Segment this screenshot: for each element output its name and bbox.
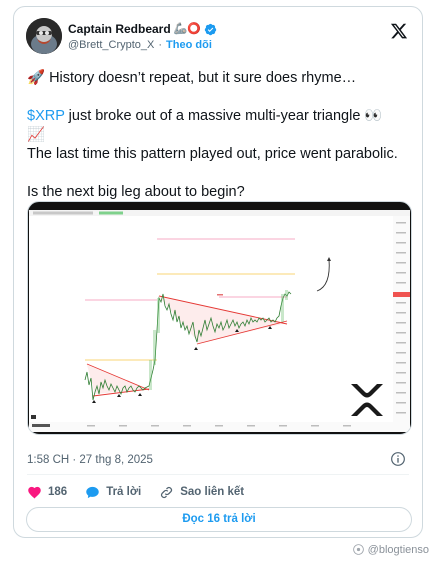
link-icon xyxy=(161,486,173,498)
copy-link-button[interactable]: Sao liên kết xyxy=(159,485,244,500)
tweet-line-1: 🚀 History doesn’t repeat, but it sure do… xyxy=(27,70,357,86)
handle[interactable]: @Brett_Crypto_X xyxy=(68,39,154,51)
tweet-line-2-text: just broke out of a massive multi-year t… xyxy=(64,108,383,124)
tweet-line-2: $XRP just broke out of a massive multi-y… xyxy=(27,107,419,126)
reply-bubble-icon xyxy=(86,486,99,498)
tweet-line-4: The last time this pattern played out, p… xyxy=(27,146,398,162)
like-button[interactable]: 186 xyxy=(27,485,67,500)
tweet-text: 🚀 History doesn’t repeat, but it sure do… xyxy=(27,69,419,202)
watermark-text: @blogtienso xyxy=(367,543,429,556)
like-count: 186 xyxy=(48,486,68,498)
tweet-line-3: 📈 xyxy=(27,127,46,143)
reply-button[interactable]: Trả lời xyxy=(85,485,141,500)
reply-label: Trả lời xyxy=(106,486,142,498)
copy-link-label: Sao liên kết xyxy=(180,486,245,498)
heart-icon xyxy=(28,486,41,498)
tweet-line-5: Is the next big leg about to begin? xyxy=(27,184,245,200)
x-logo-icon[interactable] xyxy=(390,22,408,40)
tweet-media-chart[interactable] xyxy=(27,201,412,435)
action-bar: 186 Trả lời Sao liên kết xyxy=(27,480,262,504)
display-name[interactable]: Captain Redbeard xyxy=(68,22,171,36)
blog-watermark: @blogtienso xyxy=(352,543,429,556)
tweet-card: Captain Redbeard 🦾⭕ @Brett_Crypto_X · Th… xyxy=(13,6,423,538)
name-emojis: 🦾⭕ xyxy=(173,23,202,35)
cashtag-link[interactable]: $XRP xyxy=(27,108,65,124)
avatar[interactable] xyxy=(26,18,62,54)
watermark-logo-icon xyxy=(352,544,364,555)
separator-dot: · xyxy=(158,39,163,51)
read-replies-button[interactable]: Đọc 16 trả lời xyxy=(26,507,412,532)
tweet-timestamp[interactable]: 1:58 CH · 27 thg 8, 2025 xyxy=(27,454,153,466)
chart-image xyxy=(29,210,410,432)
tweet-header: Captain Redbeard 🦾⭕ @Brett_Crypto_X · Th… xyxy=(26,18,412,60)
info-icon[interactable] xyxy=(390,451,406,467)
follow-button[interactable]: Theo dõi xyxy=(166,39,212,51)
verified-badge-icon xyxy=(204,23,217,35)
divider xyxy=(27,474,409,475)
